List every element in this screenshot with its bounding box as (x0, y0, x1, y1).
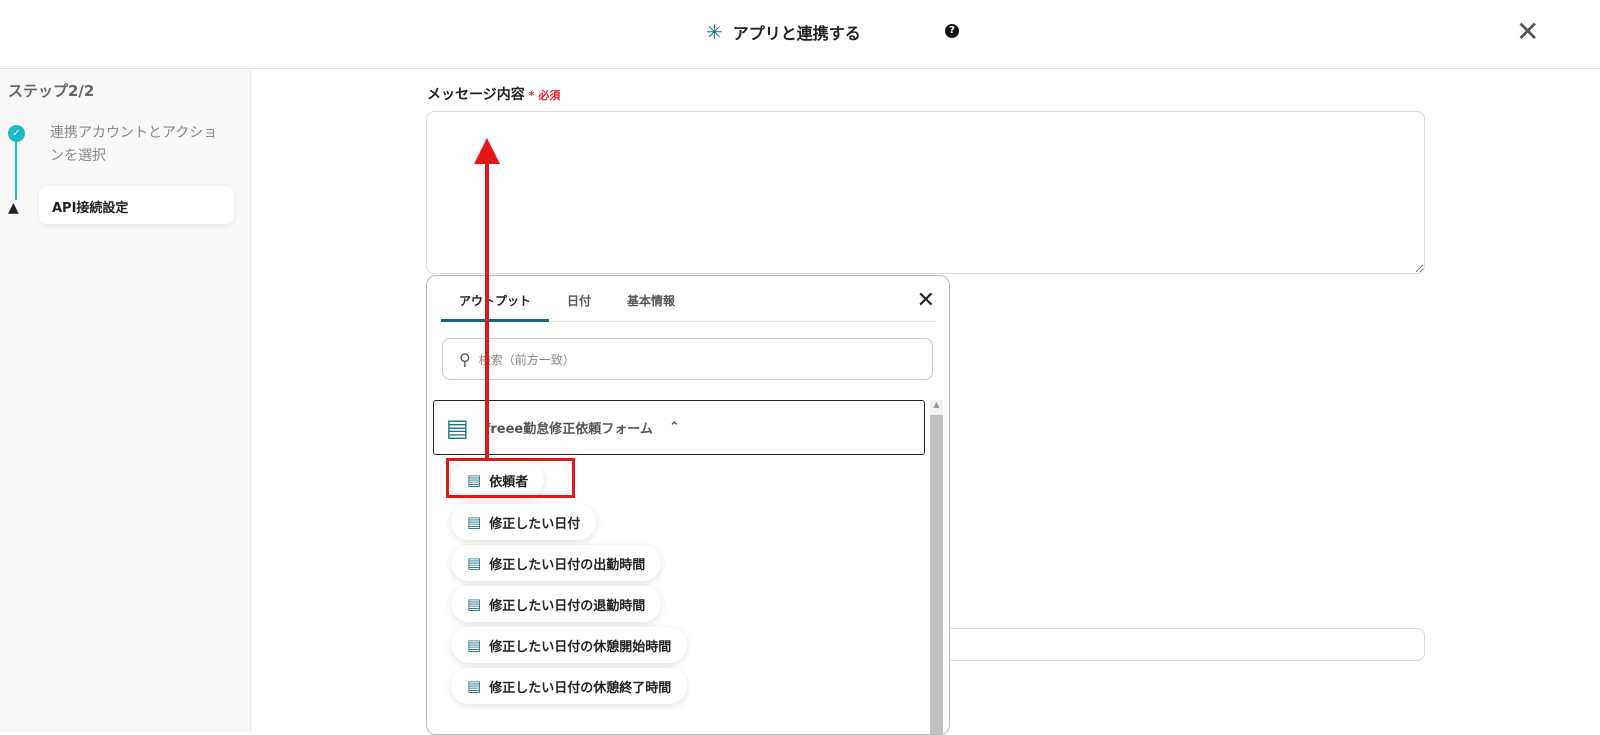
tab-date[interactable]: 日付 (549, 276, 609, 322)
network-icon: ✳ (706, 20, 723, 44)
list-item[interactable]: ▤ 修正したい日付の出勤時間 (451, 545, 662, 581)
popup-close-icon[interactable]: ✕ (917, 288, 935, 313)
list-item[interactable]: ▤ 修正したい日付の休憩開始時間 (451, 627, 688, 663)
tab-output[interactable]: アウトプット (441, 276, 549, 322)
step-api-settings[interactable]: API接続設定 (39, 186, 234, 224)
group-header[interactable]: ▤ freee勤怠修正依頼フォーム ⌃ (433, 400, 925, 455)
form-icon: ▤ (467, 595, 482, 613)
form-icon: ▤ (467, 513, 482, 531)
help-icon[interactable]: ? (945, 24, 959, 38)
form-icon: ▤ (467, 554, 482, 572)
close-button[interactable]: ✕ (1516, 18, 1539, 46)
search-icon: ⚲ (459, 349, 471, 369)
popup-tabs: アウトプット 日付 基本情報 (441, 276, 935, 322)
dialog-title: ✳ アプリと連携する (706, 20, 861, 44)
form-icon: ▤ (467, 636, 482, 654)
annotation-arrow-head (474, 138, 500, 164)
chevron-up-icon: ⌃ (668, 420, 680, 435)
list-item[interactable]: ▤ 修正したい日付の退勤時間 (451, 586, 662, 622)
highlight-box (446, 458, 575, 498)
input-field[interactable] (940, 628, 1425, 661)
steps-sidebar: ステップ2/2 (0, 70, 251, 732)
search-box[interactable]: ⚲ 検索（前方一致） (442, 338, 933, 380)
message-textarea[interactable] (426, 111, 1425, 274)
scrollbar[interactable]: ▲ (930, 400, 943, 734)
tab-basic-info[interactable]: 基本情報 (609, 276, 693, 322)
header: ✳ アプリと連携する ? ✕ (0, 0, 1600, 69)
search-placeholder: 検索（前方一致） (478, 352, 575, 367)
output-picker-popup: アウトプット 日付 基本情報 ✕ ⚲ 検索（前方一致） ▤ freee勤怠修正依… (426, 275, 950, 735)
list-item[interactable]: ▤ 修正したい日付 (451, 504, 597, 540)
step-connector (15, 142, 17, 200)
step-select-account[interactable]: 連携アカウントとアクションを選択 (50, 122, 230, 168)
check-icon: ✓ (8, 125, 25, 142)
form-icon: ▤ (446, 413, 469, 442)
step-heading: ステップ2/2 (8, 82, 95, 100)
form-icon: ▤ (467, 677, 482, 695)
warning-icon: ▲ (8, 200, 19, 216)
list-item[interactable]: ▤ 修正したい日付の休憩終了時間 (451, 668, 688, 704)
required-badge: * 必須 (528, 89, 561, 102)
annotation-arrow-shaft (485, 160, 489, 460)
message-label: メッセージ内容 * 必須 (427, 87, 561, 103)
